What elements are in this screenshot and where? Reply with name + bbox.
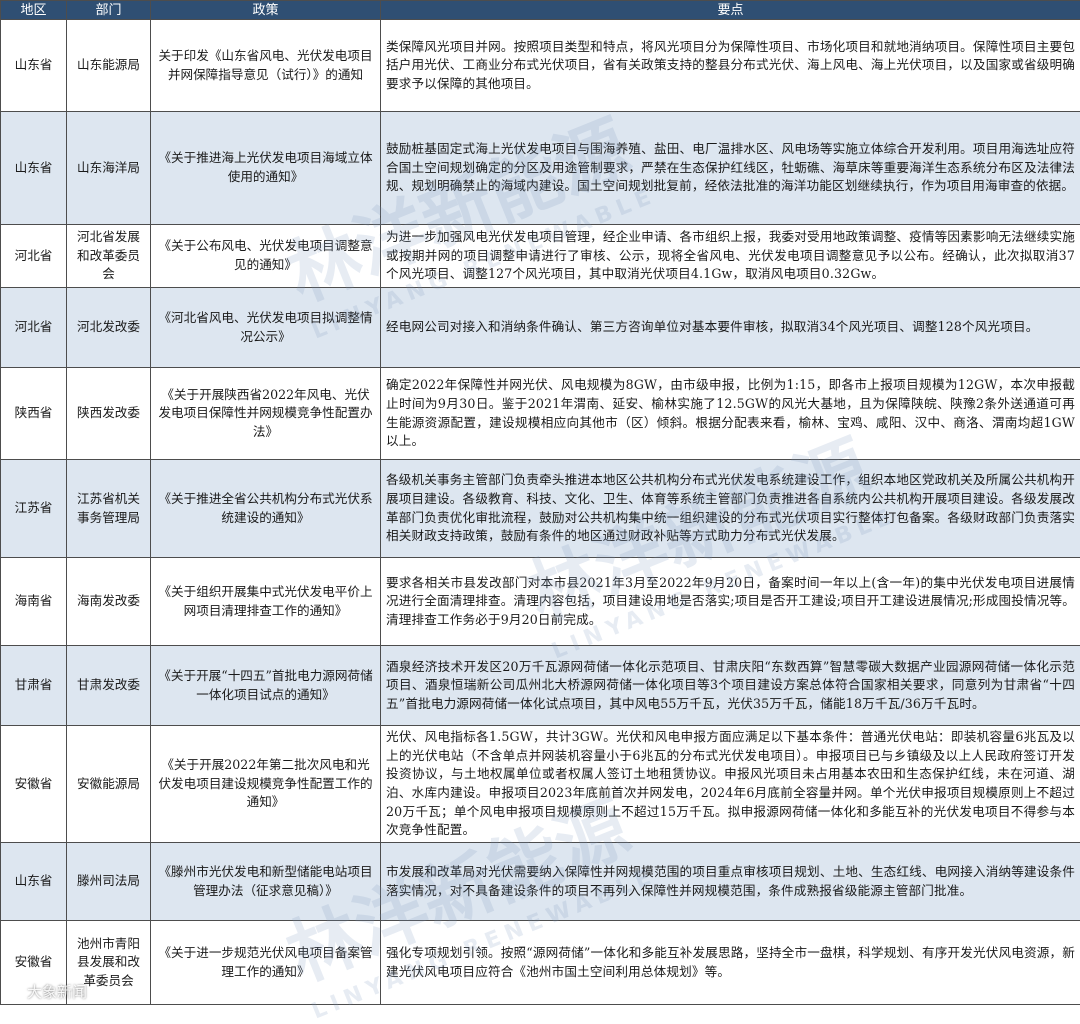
- cell-department: 陕西发改委: [67, 368, 151, 460]
- cell-region: 陕西省: [1, 368, 67, 460]
- table-row: 河北省 河北发改委 《河北省风电、光伏发电项目拟调整情况公示》 经电网公司对接入…: [1, 288, 1080, 368]
- cell-region: 安徽省: [1, 726, 67, 843]
- table-row: 安徽省 池州市青阳县发展和改革委员会 《关于进一步规范光伏风电项目备案管理工作的…: [1, 921, 1080, 1005]
- cell-region: 江苏省: [1, 460, 67, 558]
- cell-region: 甘肃省: [1, 646, 67, 726]
- cell-department: 安徽能源局: [67, 726, 151, 843]
- header-region: 地区: [1, 1, 67, 20]
- cell-policy: 《关于公布风电、光伏发电项目调整意见的通知》: [151, 225, 381, 288]
- table-row: 河北省 河北省发展和改革委员会 《关于公布风电、光伏发电项目调整意见的通知》 为…: [1, 225, 1080, 288]
- elephant-logo-icon: [6, 984, 24, 1000]
- header-policy: 政策: [151, 1, 381, 20]
- corner-logo-text: 大象新闻: [27, 981, 87, 1002]
- cell-policy: 《关于推进海上光伏发电项目海域立体使用的通知》: [151, 112, 381, 225]
- table-row: 海南省 海南发改委 《关于组织开展集中式光伏发电平价上网项目清理排查工作的通知》…: [1, 558, 1080, 646]
- table-row: 山东省 山东能源局 关于印发《山东省风电、光伏发电项目并网保障指导意见（试行）》…: [1, 20, 1080, 112]
- cell-points: 类保障风光项目并网。按照项目类型和特点，将风光项目分为保障性项目、市场化项目和就…: [381, 20, 1080, 112]
- cell-department: 山东能源局: [67, 20, 151, 112]
- cell-points: 强化专项规划引领。按照“源网荷储”一体化和多能互补发展思路，坚持全市一盘棋，科学…: [381, 921, 1080, 1005]
- header-department: 部门: [67, 1, 151, 20]
- cell-region: 山东省: [1, 112, 67, 225]
- cell-policy: 《关于开展陕西省2022年风电、光伏发电项目保障性并网规模竞争性配置办法》: [151, 368, 381, 460]
- cell-points: 酒泉经济技术开发区20万千瓦源网荷储一体化示范项目、甘肃庆阳“东数西算”智慧零碳…: [381, 646, 1080, 726]
- cell-region: 河北省: [1, 225, 67, 288]
- table-row: 甘肃省 甘肃发改委 《关于开展“十四五”首批电力源网荷储一体化项目试点的通知》 …: [1, 646, 1080, 726]
- corner-logo: 大象新闻: [6, 981, 87, 1002]
- cell-department: 滕州司法局: [67, 843, 151, 921]
- cell-department: 河北省发展和改革委员会: [67, 225, 151, 288]
- cell-department: 河北发改委: [67, 288, 151, 368]
- cell-policy: 《关于开展“十四五”首批电力源网荷储一体化项目试点的通知》: [151, 646, 381, 726]
- cell-department: 海南发改委: [67, 558, 151, 646]
- cell-policy: 《滕州市光伏发电和新型储能电站项目管理办法（征求意见稿）》: [151, 843, 381, 921]
- cell-points: 经电网公司对接入和消纳条件确认、第三方咨询单位对基本要件审核，拟取消34个风光项…: [381, 288, 1080, 368]
- table-header-row: 地区 部门 政策 要点: [1, 1, 1080, 20]
- cell-points: 市发展和改革局对光伏需要纳入保障性并网规模范围的项目重点审核项目规划、土地、生态…: [381, 843, 1080, 921]
- table-row: 陕西省 陕西发改委 《关于开展陕西省2022年风电、光伏发电项目保障性并网规模竞…: [1, 368, 1080, 460]
- cell-points: 确定2022年保障性并网光伏、风电规模为8GW，由市级申报，比例为1:15，即各…: [381, 368, 1080, 460]
- cell-policy: 《关于组织开展集中式光伏发电平价上网项目清理排查工作的通知》: [151, 558, 381, 646]
- cell-policy: 《关于进一步规范光伏风电项目备案管理工作的通知》: [151, 921, 381, 1005]
- cell-region: 河北省: [1, 288, 67, 368]
- cell-department: 江苏省机关事务管理局: [67, 460, 151, 558]
- policy-table: 地区 部门 政策 要点 山东省 山东能源局 关于印发《山东省风电、光伏发电项目并…: [0, 0, 1080, 1005]
- header-points: 要点: [381, 1, 1080, 20]
- cell-region: 山东省: [1, 843, 67, 921]
- cell-points: 光伏、风电指标各1.5GW，共计3GW。光伏和风电申报方面应满足以下基本条件：普…: [381, 726, 1080, 843]
- cell-region: 海南省: [1, 558, 67, 646]
- cell-policy: 《关于推进全省公共机构分布式光伏系统建设的通知》: [151, 460, 381, 558]
- cell-points: 为进一步加强风电光伏发电项目管理，经企业申请、各市组织上报，我委对受用地政策调整…: [381, 225, 1080, 288]
- cell-policy: 《关于开展2022年第二批次风电和光伏发电项目建设规模竞争性配置工作的通知》: [151, 726, 381, 843]
- table-row: 安徽省 安徽能源局 《关于开展2022年第二批次风电和光伏发电项目建设规模竞争性…: [1, 726, 1080, 843]
- cell-points: 鼓励桩基固定式海上光伏发电项目与围海养殖、盐田、电厂温排水区、风电场等实施立体综…: [381, 112, 1080, 225]
- cell-policy: 关于印发《山东省风电、光伏发电项目并网保障指导意见（试行）》的通知: [151, 20, 381, 112]
- table-row: 山东省 滕州司法局 《滕州市光伏发电和新型储能电站项目管理办法（征求意见稿）》 …: [1, 843, 1080, 921]
- cell-points: 各级机关事务主管部门负责牵头推进本地区公共机构分布式光伏发电系统建设工作，组织本…: [381, 460, 1080, 558]
- cell-department: 甘肃发改委: [67, 646, 151, 726]
- cell-points: 要求各相关市县发改部门对本市县2021年3月至2022年9月20日，备案时间一年…: [381, 558, 1080, 646]
- table-row: 山东省 山东海洋局 《关于推进海上光伏发电项目海域立体使用的通知》 鼓励桩基固定…: [1, 112, 1080, 225]
- cell-department: 山东海洋局: [67, 112, 151, 225]
- table-row: 江苏省 江苏省机关事务管理局 《关于推进全省公共机构分布式光伏系统建设的通知》 …: [1, 460, 1080, 558]
- cell-policy: 《河北省风电、光伏发电项目拟调整情况公示》: [151, 288, 381, 368]
- cell-region: 山东省: [1, 20, 67, 112]
